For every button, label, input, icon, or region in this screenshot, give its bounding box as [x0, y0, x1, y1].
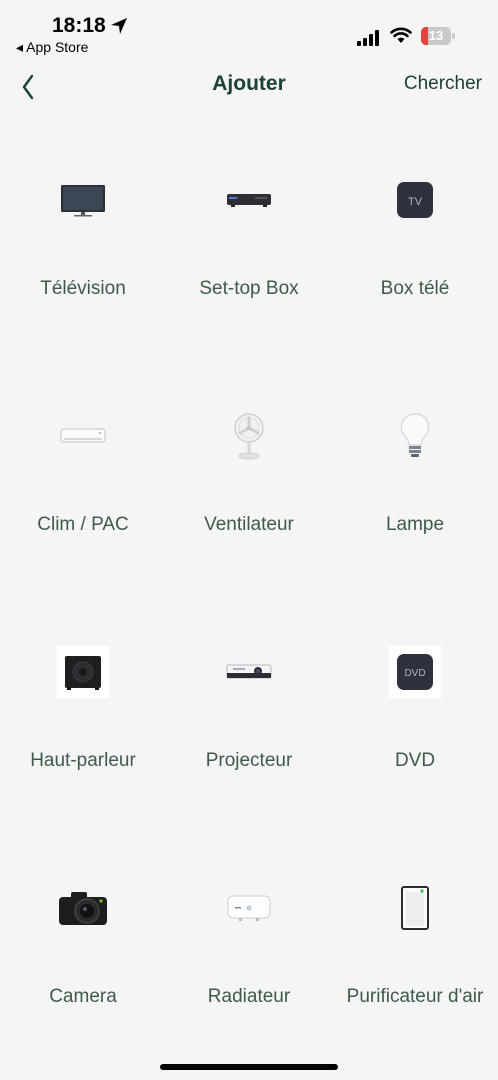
battery-indicator: 13 — [421, 27, 455, 45]
navigation-bar: Ajouter Chercher — [0, 64, 498, 104]
device-label: Box télé — [380, 278, 450, 299]
set-top-box-icon — [221, 172, 277, 228]
tv-box-icon: TV — [387, 172, 443, 228]
device-label: Télévision — [40, 278, 126, 299]
device-label: Radiateur — [207, 986, 291, 1007]
speaker-icon — [55, 644, 111, 700]
device-tile-camera[interactable]: Camera — [0, 828, 166, 1048]
dvd-icon: DVD — [387, 644, 443, 700]
dvd-badge: DVD — [404, 668, 425, 679]
device-label: Haut-parleur — [30, 750, 136, 771]
device-tile-dvd[interactable]: DVD DVD — [332, 592, 498, 812]
device-tile-fan[interactable]: Ventilateur — [166, 356, 332, 576]
device-tile-tv-box[interactable]: TV Box télé — [332, 120, 498, 340]
lamp-icon — [387, 408, 443, 464]
clock: 18:18 — [52, 14, 106, 37]
status-bar: 18:18 ◂ App Store 13 — [0, 0, 498, 64]
device-tile-air-purifier[interactable]: Purificateur d'air — [332, 828, 498, 1048]
tv-box-badge: TV — [408, 196, 423, 208]
fan-icon — [221, 408, 277, 464]
device-label: Camera — [49, 986, 117, 1007]
device-tile-air-conditioner[interactable]: Clim / PAC — [0, 356, 166, 576]
device-tile-projector[interactable]: Projecteur — [166, 592, 332, 812]
camera-icon — [55, 880, 111, 936]
projector-icon — [221, 644, 277, 700]
device-tile-set-top-box[interactable]: Set-top Box — [166, 120, 332, 340]
air-conditioner-icon — [55, 408, 111, 464]
device-tile-television[interactable]: Télévision — [0, 120, 166, 340]
wifi-icon — [390, 27, 412, 43]
device-label: Clim / PAC — [37, 514, 129, 535]
air-purifier-icon — [387, 880, 443, 936]
location-arrow-icon — [111, 18, 127, 34]
device-tile-lamp[interactable]: Lampe — [332, 356, 498, 576]
device-label: Projecteur — [205, 750, 293, 771]
search-button[interactable]: Chercher — [404, 73, 482, 95]
back-to-app-store[interactable]: ◂ App Store — [16, 39, 88, 56]
device-tile-heater[interactable]: Radiateur — [166, 828, 332, 1048]
television-icon — [55, 172, 111, 228]
device-label: DVD — [394, 750, 436, 771]
home-indicator[interactable] — [160, 1064, 338, 1070]
cellular-signal-icon — [357, 30, 379, 46]
device-label: Ventilateur — [204, 514, 294, 535]
heater-icon — [221, 880, 277, 936]
device-label: Purificateur d'air — [346, 986, 484, 1007]
battery-level: 13 — [428, 28, 444, 43]
device-tile-speaker[interactable]: Haut-parleur — [0, 592, 166, 812]
device-label: Set-top Box — [199, 278, 299, 299]
device-label: Lampe — [385, 514, 445, 535]
